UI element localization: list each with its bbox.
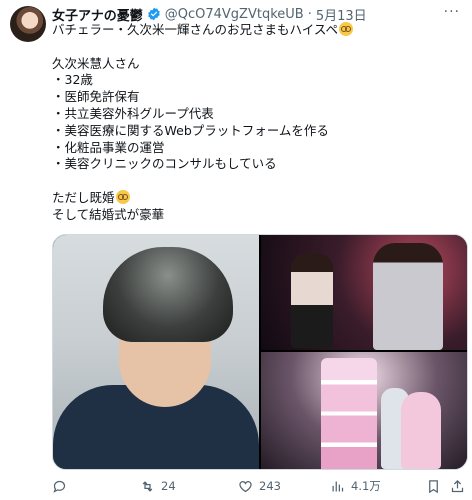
- tweet-line-6: ・共立美容外科グループ代表: [52, 105, 214, 121]
- tweet-line-1-text: バチェラー・久次米一輝さんのお兄さまもハイスペ: [52, 22, 339, 37]
- tweet-text: バチェラー・久次米一輝さんのお兄さまもハイスペ 久次米慧人さん ・32歳 ・医師…: [52, 22, 462, 224]
- photo-shape: [373, 243, 443, 350]
- verified-badge-icon: [147, 7, 160, 21]
- photo-portrait[interactable]: [53, 235, 259, 469]
- reply-icon: [53, 480, 66, 493]
- tweet-line-4: ・32歳: [52, 72, 93, 88]
- retweet-button[interactable]: 24: [140, 476, 176, 496]
- emoji-icon: [339, 22, 354, 36]
- photo-shape: [321, 358, 377, 469]
- tweet-line-7: ・美容医療に関するWebプラットフォームを作る: [52, 122, 329, 138]
- author-avatar[interactable]: [10, 6, 46, 42]
- tweet-line-11-text: ただし既婚: [52, 189, 115, 205]
- tweet-line-8: ・化粧品事業の運営: [52, 139, 165, 155]
- tweet-date[interactable]: 5月13日: [316, 5, 367, 24]
- like-button[interactable]: 243: [238, 476, 281, 496]
- tweet-line-2: [52, 39, 462, 56]
- more-icon[interactable]: ···: [444, 4, 460, 20]
- tweet-line-1: バチェラー・久次米一輝さんのお兄さまもハイスペ: [52, 22, 462, 39]
- like-icon: [239, 480, 252, 492]
- tweet-header: 女子アナの憂鬱 @QcO74VgZVtqkeUB · 5月13日: [52, 5, 462, 24]
- photo-shape: [103, 247, 233, 342]
- header-separator: ·: [307, 6, 312, 22]
- bookmark-button[interactable]: [426, 476, 447, 496]
- reply-button[interactable]: [52, 476, 73, 496]
- photo-shape: [401, 392, 441, 469]
- tweet-line-11: ただし既婚: [52, 189, 462, 207]
- tweet-line-3: 久次米慧人さん: [52, 55, 140, 71]
- bookmark-icon: [429, 479, 438, 493]
- author-handle[interactable]: @QcO74VgZVtqkeUB: [165, 7, 304, 22]
- tweet-line-12: そして結婚式が豪華: [52, 206, 165, 222]
- retweet-count: 24: [161, 479, 176, 493]
- tweet-media-grid: [52, 234, 468, 470]
- like-count: 243: [259, 479, 281, 493]
- retweet-icon: [142, 480, 153, 492]
- emoji-icon: [115, 189, 130, 204]
- tweet-actions: 24 243 4.1万: [52, 476, 466, 496]
- share-button[interactable]: [450, 476, 471, 496]
- views-button[interactable]: 4.1万: [330, 476, 381, 496]
- author-name[interactable]: 女子アナの憂鬱: [52, 5, 143, 24]
- photo-wedding-cake[interactable]: [261, 352, 467, 469]
- tweet-line-10: [52, 173, 462, 190]
- tweet-line-9: ・美容クリニックのコンサルもしている: [52, 156, 277, 172]
- photo-stage-performance[interactable]: [261, 235, 467, 350]
- views-count: 4.1万: [351, 479, 381, 493]
- share-icon: [451, 479, 464, 492]
- views-icon: [332, 481, 344, 491]
- tweet-line-5: ・医師免許保有: [52, 89, 140, 105]
- photo-shape: [291, 253, 333, 348]
